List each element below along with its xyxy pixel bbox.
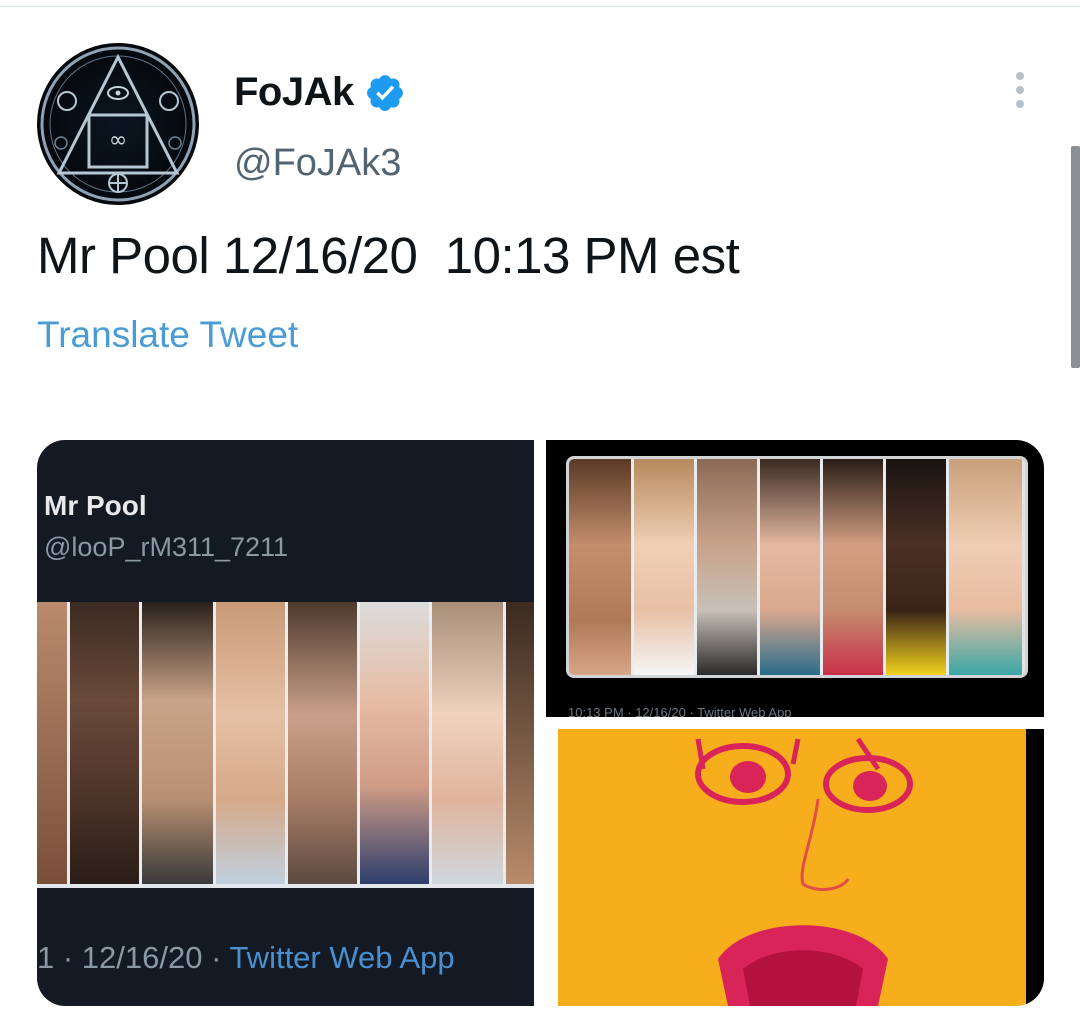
face-strip [285, 602, 360, 884]
face-strip [503, 602, 534, 884]
embedded-handle: @looP_rM311_7211 [44, 532, 289, 562]
embedded-footer-date: 1 · 12/16/20 · [37, 940, 230, 975]
media-image-left[interactable]: Mr Pool @looP_rM311_7211 1 · 12/16/20 · … [37, 440, 534, 1006]
more-dot [1016, 86, 1024, 94]
more-dot [1016, 100, 1024, 108]
svg-text:∞: ∞ [109, 128, 127, 153]
top-divider [0, 6, 1080, 7]
media-grid: Mr Pool @looP_rM311_7211 1 · 12/16/20 · … [37, 440, 1044, 1006]
author-handle[interactable]: @FoJAk3 [234, 142, 401, 185]
face-strip [883, 459, 949, 675]
embedded-tweet-footer: 10:13 PM · 12/16/20 · Twitter Web App [568, 705, 792, 717]
occult-sigil-icon: ∞ [40, 46, 196, 202]
face-strip [946, 459, 1022, 675]
divider [546, 729, 558, 1006]
face-strip [67, 602, 142, 884]
tweet-text: Mr Pool 12/16/20 10:13 PM est [37, 227, 740, 284]
pop-art-face-illustration [695, 737, 913, 1006]
verified-badge-icon [366, 74, 403, 111]
smiling-faces-collage [566, 456, 1028, 678]
author-display-name[interactable]: FoJAk [234, 70, 354, 115]
face-strip [139, 602, 216, 884]
face-strip [357, 602, 432, 884]
scrollbar[interactable] [1071, 146, 1080, 368]
author-avatar[interactable]: ∞ [37, 43, 199, 205]
face-strip [694, 459, 760, 675]
laughing-faces-collage [37, 602, 534, 884]
embedded-tweet-footer: 1 · 12/16/20 · Twitter Web App [37, 940, 455, 976]
media-image-bottom-right[interactable] [546, 729, 1044, 1006]
translate-tweet-link[interactable]: Translate Tweet [37, 314, 298, 356]
face-strip [429, 602, 506, 884]
image-edge [1026, 729, 1044, 1006]
face-strip [757, 459, 823, 675]
face-strip [213, 602, 288, 884]
embedded-display-name: Mr Pool [44, 490, 147, 521]
more-dot [1016, 72, 1024, 80]
face-strip [37, 602, 67, 884]
face-strip [820, 459, 886, 675]
media-image-top-right[interactable]: 10:13 PM · 12/16/20 · Twitter Web App [546, 440, 1044, 717]
author-name-row[interactable]: FoJAk [234, 70, 406, 115]
more-vertical-icon[interactable] [1011, 72, 1029, 112]
face-strip [631, 459, 697, 675]
divider [37, 884, 534, 888]
face-strip [569, 459, 631, 675]
embedded-footer-app: Twitter Web App [229, 940, 455, 975]
